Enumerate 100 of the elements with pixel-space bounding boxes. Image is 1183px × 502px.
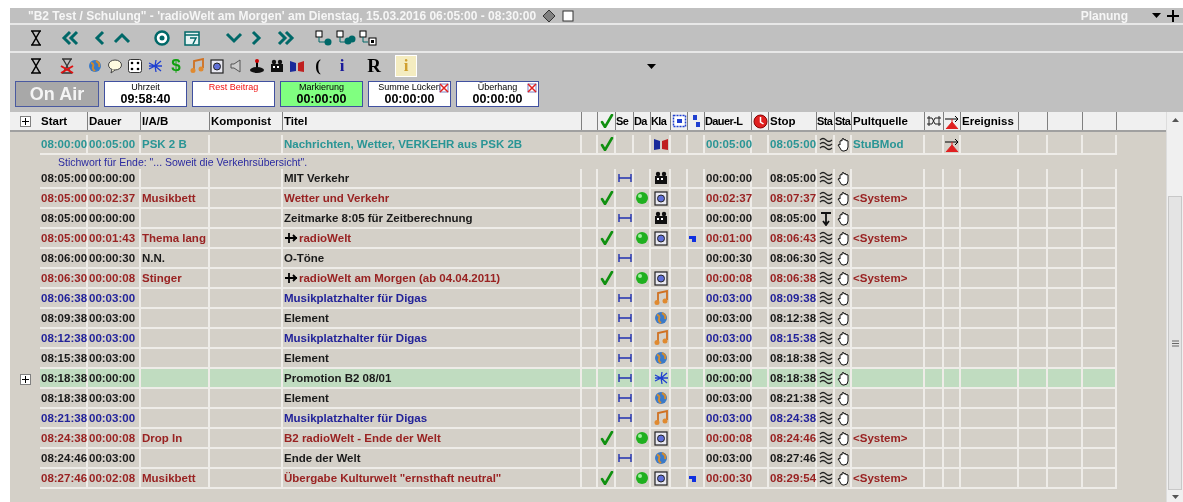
speaker-box-icon[interactable] [210, 58, 224, 74]
hourglass-icon[interactable] [30, 30, 42, 46]
status-value: 00:00:00 [384, 93, 435, 106]
column-header[interactable]: Komponist [210, 112, 283, 130]
close-icon[interactable] [527, 83, 537, 93]
dice-icon[interactable] [127, 58, 143, 74]
table-row[interactable]: 08:05:00 00:01:43 Thema lang radioWelt 00:01:00 08:06:43 <System> [10, 229, 1117, 249]
check-icon [599, 471, 614, 485]
close-icon[interactable] [439, 83, 449, 93]
wave-icon [818, 311, 833, 325]
table-row[interactable]: 08:21:38 00:03:00 Musikplatzhalter für Digas 00:03:00 08:24:38 [10, 409, 1117, 429]
column-header[interactable]: Sta [835, 112, 852, 130]
paren-button[interactable]: ( [307, 55, 329, 77]
title-text: radioWelt am Morgen (ab 04.04.2011) [299, 272, 501, 284]
wave-icon [818, 351, 833, 365]
column-header[interactable]: Stop [769, 112, 817, 130]
node-dots-icon[interactable] [336, 30, 356, 46]
scrollbar[interactable] [1166, 112, 1183, 502]
dropdown-caret-icon[interactable] [1152, 13, 1161, 18]
span-bracket-icon [617, 373, 632, 383]
table-row[interactable]: 08:24:46 00:03:00 Ende der Welt 00:03:00 08:27:46 [10, 449, 1117, 469]
table-row[interactable]: 08:18:38 00:03:00 Element 00:03:00 08:21:38 [10, 389, 1117, 409]
table-row[interactable]: 08:12:38 00:03:00 Musikplatzhalter für Digas 00:03:00 08:15:38 [10, 329, 1117, 349]
column-header[interactable]: Dauer [88, 112, 141, 130]
hourglass-cross-icon[interactable] [59, 58, 75, 74]
title-text: B2 radioWelt - Ende der Welt [284, 432, 441, 444]
node-dot-icon[interactable] [315, 30, 333, 46]
column-header[interactable] [752, 112, 769, 130]
table-row[interactable]: 08:27:46 00:02:08 Musikbett Übergabe Kulturwelt "ernsthaft neutral" 00:00:30 08:29:54 <System> [10, 469, 1117, 489]
column-header[interactable]: I/A/B [141, 112, 210, 130]
column-header[interactable]: Kla [651, 112, 671, 130]
expand-button[interactable] [19, 115, 31, 127]
wave-icon [818, 451, 833, 465]
duration-text: 00:05:00 [706, 138, 753, 150]
chevron-left-icon[interactable] [94, 30, 106, 46]
column-header[interactable] [671, 112, 688, 130]
source-text: <System> [853, 432, 908, 444]
column-header[interactable]: Start [40, 112, 88, 130]
title-text: Musikplatzhalter für Digas [284, 332, 428, 344]
diamond-icon[interactable] [542, 8, 557, 23]
source-text: StuBMod [853, 138, 904, 150]
globe-icon [88, 59, 102, 73]
chevron-up-icon[interactable] [113, 31, 131, 45]
column-header[interactable]: Pultquelle [852, 112, 925, 130]
speech-bubble-icon[interactable] [107, 58, 123, 74]
table-row[interactable]: 08:09:38 00:03:00 Element 00:03:00 08:12:38 [10, 309, 1117, 329]
duration-text: 00:03:00 [706, 452, 753, 464]
letter-button[interactable]: R [363, 55, 385, 77]
info-button[interactable]: i [331, 55, 353, 77]
double-chevron-left-icon[interactable] [61, 30, 79, 46]
joystick-icon[interactable] [249, 58, 265, 74]
span-bracket-icon [617, 333, 632, 343]
status-label: Rest Beitrag [208, 82, 259, 93]
dropdown-caret-icon[interactable] [647, 63, 656, 69]
duration-text: 00:03:00 [89, 392, 136, 404]
start-time: 08:05:00 [41, 212, 88, 224]
ball-icon [635, 431, 649, 445]
column-header[interactable]: Dauer-L [705, 112, 752, 130]
table-row[interactable]: 08:06:38 00:03:00 Musikplatzhalter für Digas 00:03:00 08:09:38 [10, 289, 1117, 309]
chevron-down-icon[interactable] [225, 31, 243, 45]
column-header[interactable]: Se [616, 112, 634, 130]
table-row[interactable]: 08:06:30 00:00:08 Stinger radioWelt am Morgen (ab 04.04.2011) 00:00:08 08:06:38 <System> [10, 269, 1117, 289]
column-header[interactable] [944, 112, 961, 130]
column-header[interactable]: Titel [283, 112, 582, 130]
status-value: 00:00:00 [472, 93, 523, 106]
table-row[interactable]: 08:18:38 00:00:00 Promotion B2 08/01 00:00:00 08:18:38 [10, 369, 1117, 389]
title-text: O-Töne [284, 252, 325, 264]
table-row[interactable]: 08:05:00 00:00:00 Zeitmarke 8:05 für Zeitberechnung 00:00:00 08:05:00 [10, 209, 1117, 229]
stop-time: 08:05:00 [770, 212, 817, 224]
double-chevron-right-icon[interactable] [277, 30, 295, 46]
calendar-icon[interactable] [184, 30, 200, 46]
span-bracket-icon [617, 313, 632, 323]
title-text: radioWelt [299, 232, 352, 244]
table-row[interactable]: 08:15:38 00:03:00 Element 00:03:00 08:18:38 [10, 349, 1117, 369]
status-label: Überhang [477, 82, 518, 93]
node-box-icon[interactable] [359, 30, 377, 46]
triangle-arrow-icon [944, 113, 960, 129]
table-row[interactable]: 08:05:00 00:00:00 MIT Verkehr 00:00:00 08:05:00 [10, 169, 1117, 189]
scroll-thumb[interactable] [1168, 196, 1182, 490]
plus-icon[interactable] [1167, 9, 1179, 22]
check-icon [599, 431, 614, 445]
table-row[interactable]: 08:24:38 00:00:08 Drop In B2 radioWelt - Ende der Welt 00:00:08 08:24:46 <System> [10, 429, 1117, 449]
hourglass-icon[interactable] [30, 58, 42, 74]
duration-text: 00:03:00 [706, 392, 753, 404]
chevron-right-icon[interactable] [250, 30, 262, 46]
column-header[interactable] [925, 112, 944, 130]
expand-button[interactable] [19, 373, 31, 385]
square-icon[interactable] [562, 9, 575, 22]
table-row[interactable]: 08:06:00 00:00:30 N.N. O-Töne 00:00:30 08:06:30 [10, 249, 1117, 269]
flags-icon[interactable] [289, 59, 305, 73]
wave-icon [818, 391, 833, 405]
target-icon[interactable] [154, 30, 170, 46]
column-header[interactable]: Da [634, 112, 651, 130]
column-header[interactable]: Sta [817, 112, 835, 130]
table-row[interactable]: 08:05:00 00:02:37 Musikbett Wetter und Verkehr 00:02:37 08:07:37 <System> [10, 189, 1117, 209]
iab-text: Stinger [142, 272, 182, 284]
burst-icon[interactable] [147, 59, 163, 73]
start-time: 08:06:30 [41, 272, 88, 284]
film-camera-icon[interactable] [270, 59, 284, 73]
column-header[interactable]: Ereigniss [961, 112, 1019, 130]
